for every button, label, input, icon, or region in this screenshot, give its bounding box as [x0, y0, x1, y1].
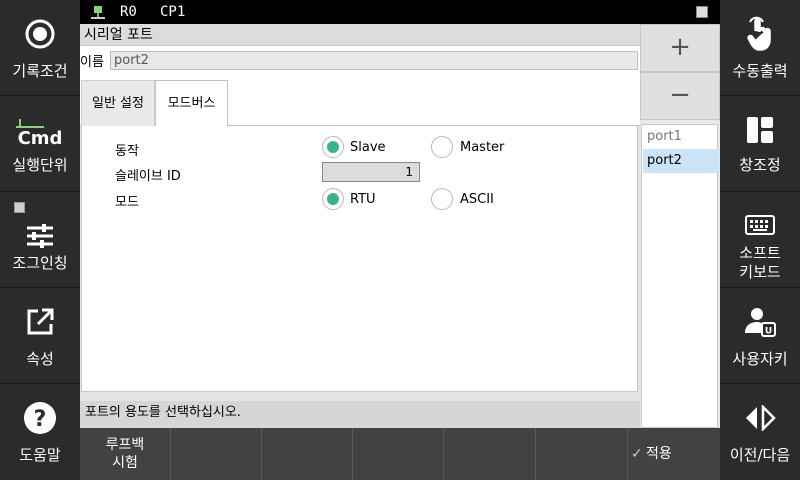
help-icon: ?: [0, 400, 80, 436]
manual-output-label: 수동출력: [732, 62, 788, 80]
mode-label: 모드: [115, 195, 139, 210]
slave-id-input[interactable]: 1: [322, 162, 420, 182]
record-condition-label: 기록조건: [12, 62, 68, 80]
rtu-radio-label: RTU: [350, 192, 376, 207]
function-key-bar: 루프백 시험 ✓ 적용: [80, 428, 720, 480]
hand-pointer-icon: [720, 16, 800, 52]
ascii-radio[interactable]: [431, 188, 453, 210]
port-list-panel: + − port1 port2: [640, 24, 720, 428]
slave-id-label: 슬레이브 ID: [115, 169, 181, 184]
soft-keyboard-button[interactable]: 소프트 키보드: [720, 192, 800, 288]
jog-inching-button[interactable]: 조그인칭: [0, 192, 80, 288]
name-field[interactable]: port2: [110, 51, 638, 70]
soft-keyboard-label: 소프트 키보드: [739, 244, 781, 281]
prev-next-button[interactable]: 이전/다음: [720, 384, 800, 480]
list-item-port1[interactable]: port1: [643, 125, 719, 149]
f3-button[interactable]: [262, 428, 353, 480]
slave-radio[interactable]: [322, 136, 344, 158]
window-layout-icon: [720, 112, 800, 148]
keyboard-icon: [720, 214, 800, 236]
check-icon: ✓: [631, 446, 643, 462]
cmd-icon: Cmd: [17, 128, 63, 149]
f5-button[interactable]: [444, 428, 536, 480]
modbus-settings-panel: 동작 Slave Master 슬레이브 ID 1 모드 RTU ASCII: [81, 126, 638, 392]
tab-bar: 일반 설정 모드버스: [80, 72, 640, 128]
exec-unit-label: 실행단위: [12, 156, 68, 174]
list-item-port2[interactable]: port2: [643, 149, 719, 173]
prev-next-label: 이전/다음: [729, 446, 791, 464]
add-port-button[interactable]: +: [640, 24, 720, 72]
exec-unit-button[interactable]: Cmd 실행단위: [0, 96, 80, 192]
window-adjust-label: 창조정: [739, 156, 781, 174]
tab-modbus[interactable]: 모드버스: [155, 80, 228, 128]
master-radio[interactable]: [431, 136, 453, 158]
ascii-radio-label: ASCII: [460, 192, 494, 207]
window-title: 시리얼 포트: [80, 24, 640, 46]
help-button[interactable]: ? 도움말: [0, 384, 80, 480]
svg-text:?: ?: [34, 407, 47, 432]
status-bar: R0 CP1: [80, 0, 720, 24]
f6-button[interactable]: [536, 428, 628, 480]
rtu-radio[interactable]: [322, 188, 344, 210]
help-label: 도움말: [19, 446, 61, 464]
svg-text:U: U: [765, 327, 772, 337]
network-icon: [90, 5, 106, 24]
name-label: 이름: [80, 55, 104, 70]
master-radio-label: Master: [460, 140, 505, 155]
jog-inching-label: 조그인칭: [12, 254, 68, 272]
left-menu: 기록조건 Cmd 실행단위 조그인칭 속성 ? 도움말: [0, 0, 80, 480]
properties-button[interactable]: 속성: [0, 288, 80, 384]
record-icon: [0, 16, 80, 52]
robot-indicator: R0: [120, 4, 137, 20]
user-key-label: 사용자키: [732, 350, 788, 368]
hint-bar: 포트의 용도를 선택하십시오.: [80, 401, 640, 428]
manual-output-button[interactable]: 수동출력: [720, 0, 800, 96]
user-key-icon: U: [720, 304, 800, 340]
window-adjust-button[interactable]: 창조정: [720, 96, 800, 192]
prev-next-icon: [720, 400, 800, 436]
record-condition-button[interactable]: 기록조건: [0, 0, 80, 96]
serial-port-window: 시리얼 포트 이름 port2 일반 설정 모드버스 동작 Slave Mast…: [80, 24, 640, 428]
remove-port-button[interactable]: −: [640, 72, 720, 120]
storage-icon: [696, 6, 708, 18]
loopback-test-button[interactable]: 루프백 시험: [80, 428, 171, 480]
f2-button[interactable]: [171, 428, 262, 480]
properties-label: 속성: [26, 350, 54, 368]
slave-radio-label: Slave: [350, 140, 386, 155]
port-list: port1 port2: [641, 124, 719, 428]
sliders-icon: [0, 218, 80, 254]
action-label: 동작: [115, 144, 139, 159]
tab-general-settings[interactable]: 일반 설정: [81, 80, 155, 127]
user-key-button[interactable]: U 사용자키: [720, 288, 800, 384]
right-menu: 수동출력 창조정 소프트 키보드 U 사용자키 이전/다음: [720, 0, 800, 480]
f4-button[interactable]: [353, 428, 444, 480]
apply-button[interactable]: ✓ 적용: [628, 428, 720, 480]
cp-indicator: CP1: [160, 4, 186, 20]
external-link-icon: [0, 304, 80, 340]
checkbox-indicator-icon: [14, 202, 25, 213]
apply-label: 적용: [646, 446, 672, 462]
name-row: 이름 port2: [80, 46, 640, 72]
pendant-screen: 기록조건 Cmd 실행단위 조그인칭 속성 ? 도움말 R0 CP1 시리얼 포…: [0, 0, 800, 480]
